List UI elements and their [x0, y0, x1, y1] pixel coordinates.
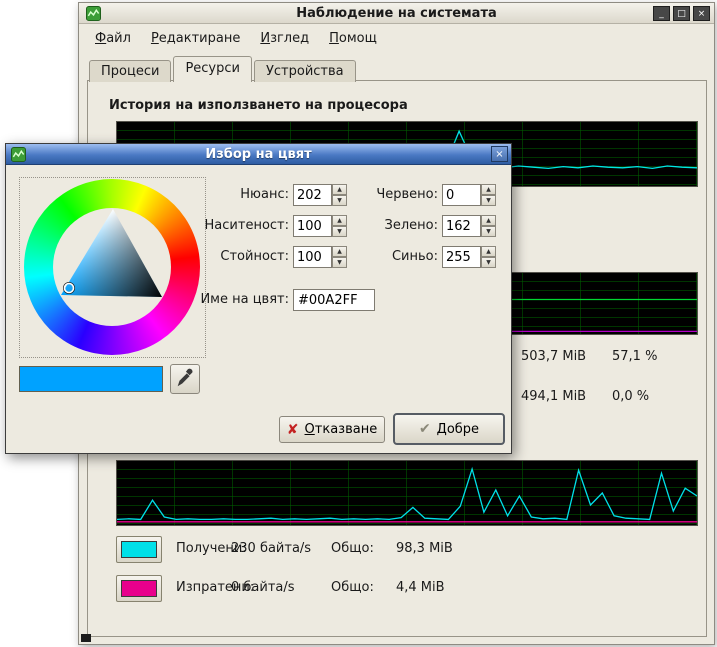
hue-stepper: ▲▼ — [293, 184, 347, 206]
ok-button[interactable]: ✔ Добре — [393, 413, 505, 445]
sent-total: 4,4 MiB — [396, 580, 445, 595]
blue-label: Синьо: — [358, 249, 438, 264]
saturation-input[interactable] — [293, 215, 332, 237]
hue-input[interactable] — [293, 184, 332, 206]
value-spin-up-icon[interactable]: ▲ — [332, 246, 347, 257]
tab-processes[interactable]: Процеси — [89, 60, 171, 82]
color-preview — [19, 366, 163, 392]
color-wheel[interactable] — [19, 177, 206, 358]
red-spin-up-icon[interactable]: ▲ — [481, 184, 496, 195]
received-total: 98,3 MiB — [396, 541, 453, 556]
dialog-title: Избор на цвят — [6, 147, 511, 162]
green-input[interactable] — [442, 215, 481, 237]
menu-view[interactable]: Изглед — [250, 29, 319, 51]
blue-input[interactable] — [442, 246, 481, 268]
cancel-x-icon: ✘ — [287, 422, 299, 438]
value-stepper: ▲▼ — [293, 246, 347, 268]
value-spin-down-icon[interactable]: ▼ — [332, 257, 347, 268]
eyedropper-button[interactable] — [170, 364, 200, 394]
menu-edit[interactable]: Редактиране — [141, 29, 250, 51]
titlebar[interactable]: Наблюдение на системата _ □ × — [79, 3, 714, 24]
dialog-close-icon[interactable]: × — [491, 146, 508, 162]
tab-resources[interactable]: Ресурси — [173, 56, 252, 82]
received-legend-row: Получени: 230 байта/s Общо: 98,3 MiB — [116, 536, 676, 564]
memory-percent: 57,1 % — [612, 349, 657, 364]
received-color-button[interactable] — [116, 536, 162, 563]
memory-total: 503,7 MiB — [521, 349, 586, 364]
green-stepper: ▲▼ — [442, 215, 496, 237]
red-stepper: ▲▼ — [442, 184, 496, 206]
green-spin-up-icon[interactable]: ▲ — [481, 215, 496, 226]
green-spin-down-icon[interactable]: ▼ — [481, 226, 496, 237]
blue-stepper: ▲▼ — [442, 246, 496, 268]
sent-total-label: Общо: — [331, 580, 374, 595]
value-input[interactable] — [293, 246, 332, 268]
blue-spin-down-icon[interactable]: ▼ — [481, 257, 496, 268]
tab-devices[interactable]: Устройства — [254, 60, 356, 82]
sent-color-swatch — [121, 580, 157, 597]
received-rate: 230 байта/s — [231, 541, 311, 556]
window-title: Наблюдение на системата — [79, 6, 714, 21]
sent-rate: 0 байта/s — [231, 580, 295, 595]
swap-total: 494,1 MiB — [521, 389, 586, 404]
cancel-button-label: Отказване — [305, 422, 378, 437]
ok-check-icon: ✔ — [419, 421, 431, 437]
saturation-value-triangle[interactable] — [24, 179, 200, 355]
hue-spin-up-icon[interactable]: ▲ — [332, 184, 347, 195]
red-label: Червено: — [358, 187, 438, 202]
color-picker-dialog: Избор на цвят × Нюанс: — [5, 143, 512, 454]
received-color-swatch — [121, 541, 157, 558]
close-icon[interactable]: × — [693, 6, 710, 21]
menu-file[interactable]: Файл — [85, 29, 141, 51]
maximize-icon[interactable]: □ — [673, 6, 690, 21]
red-spin-down-icon[interactable]: ▼ — [481, 195, 496, 206]
color-name-input[interactable] — [293, 289, 375, 311]
dialog-titlebar[interactable]: Избор на цвят × — [6, 144, 511, 165]
menubar: Файл Редактиране Изглед Помощ — [85, 29, 387, 51]
ok-button-label: Добре — [437, 422, 479, 437]
network-history-chart — [116, 460, 698, 526]
cpu-history-heading: История на използването на процесора — [109, 98, 408, 113]
saturation-spin-up-icon[interactable]: ▲ — [332, 215, 347, 226]
tab-strip: Процеси Ресурси Устройства — [89, 56, 356, 82]
saturation-spin-down-icon[interactable]: ▼ — [332, 226, 347, 237]
sent-legend-row: Изпратени: 0 байта/s Общо: 4,4 MiB — [116, 575, 676, 603]
hue-spin-down-icon[interactable]: ▼ — [332, 195, 347, 206]
blue-spin-up-icon[interactable]: ▲ — [481, 246, 496, 257]
window-controls: _ □ × — [653, 6, 710, 21]
minimize-icon[interactable]: _ — [653, 6, 670, 21]
sent-color-button[interactable] — [116, 575, 162, 602]
green-label: Зелено: — [358, 218, 438, 233]
red-input[interactable] — [442, 184, 481, 206]
desktop: Наблюдение на системата _ □ × Файл Редак… — [0, 0, 717, 647]
menu-help[interactable]: Помощ — [319, 29, 387, 51]
cancel-button[interactable]: ✘ Отказване — [279, 416, 385, 443]
swap-percent: 0,0 % — [612, 389, 649, 404]
eyedropper-icon — [174, 367, 196, 389]
resize-grip[interactable] — [81, 634, 91, 642]
saturation-stepper: ▲▼ — [293, 215, 347, 237]
received-total-label: Общо: — [331, 541, 374, 556]
